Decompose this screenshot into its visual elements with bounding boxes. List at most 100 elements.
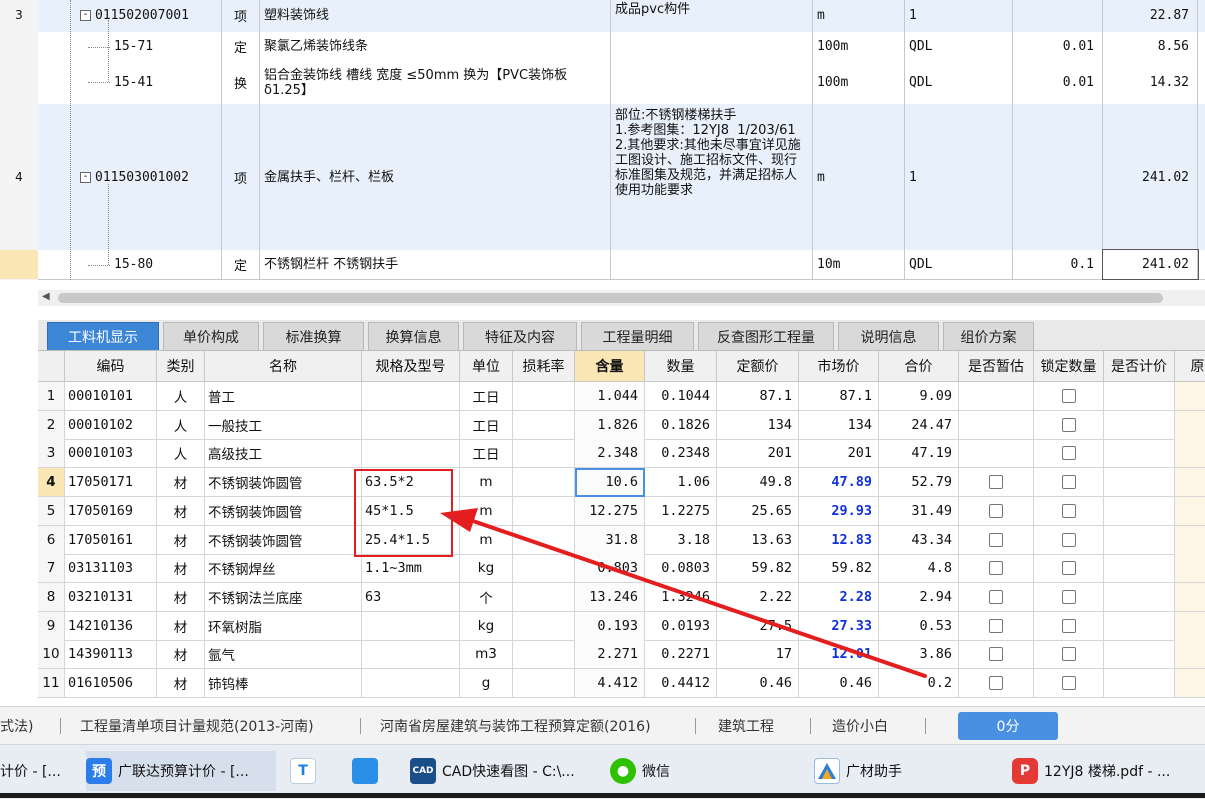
bill-expr[interactable]: QDL bbox=[905, 250, 1013, 279]
cell-lock[interactable] bbox=[1034, 582, 1104, 612]
cell-lock[interactable] bbox=[1034, 554, 1104, 584]
bill-qty[interactable]: 241.02 bbox=[1103, 104, 1198, 250]
cell-total[interactable]: 2.94 bbox=[879, 582, 959, 612]
cell-spec[interactable]: 63 bbox=[362, 582, 460, 612]
cell-lock[interactable] bbox=[1034, 525, 1104, 555]
cell-est[interactable] bbox=[959, 669, 1034, 698]
bill-content[interactable]: 0.01 bbox=[1013, 61, 1103, 104]
cell-est[interactable] bbox=[959, 439, 1034, 469]
checkbox[interactable] bbox=[1061, 532, 1076, 547]
grid-header[interactable]: 定额价 bbox=[717, 351, 799, 382]
cell-spec[interactable] bbox=[362, 640, 460, 670]
cell-total[interactable]: 9.09 bbox=[879, 382, 959, 411]
cell-priced[interactable] bbox=[1104, 525, 1175, 555]
cell-name[interactable]: 氩气 bbox=[205, 640, 362, 670]
material-row[interactable]: 8 03210131 材不锈钢法兰底座 63 个 13.246 1.3246 2.22 2.28… bbox=[38, 582, 1205, 612]
cell-qty[interactable]: 0.0803 bbox=[645, 554, 717, 584]
cell-est[interactable] bbox=[959, 468, 1034, 498]
tab-7[interactable]: 反查图形工程量 bbox=[698, 322, 834, 350]
cell-quota[interactable]: 25.65 bbox=[717, 496, 799, 526]
checkbox[interactable] bbox=[989, 676, 1003, 690]
cell-content[interactable]: 2.348 bbox=[575, 439, 645, 469]
bill-content[interactable] bbox=[1013, 104, 1103, 250]
cell-code[interactable]: 17050161 bbox=[65, 525, 157, 555]
cell-code[interactable]: 14390113 bbox=[65, 640, 157, 670]
taskbar-item-blue[interactable] bbox=[352, 751, 392, 791]
tab-3[interactable]: 标准换算 bbox=[263, 322, 364, 350]
cell-content[interactable]: 0.803 bbox=[575, 554, 645, 584]
cell-total[interactable]: 0.2 bbox=[879, 669, 959, 698]
checkbox[interactable] bbox=[1061, 561, 1076, 576]
cell-lock[interactable] bbox=[1034, 468, 1104, 498]
taskbar-item-pricing[interactable]: 计价 - [... bbox=[0, 751, 70, 791]
tab-8[interactable]: 说明信息 bbox=[838, 322, 939, 350]
cell-name[interactable]: 不锈钢法兰底座 bbox=[205, 582, 362, 612]
cell-cat[interactable]: 材 bbox=[157, 582, 205, 612]
cell-qty[interactable]: 3.18 bbox=[645, 525, 717, 555]
cell-spec[interactable] bbox=[362, 382, 460, 411]
cell-code[interactable]: 03210131 bbox=[65, 582, 157, 612]
score-button[interactable]: 0分 bbox=[958, 712, 1058, 740]
bill-content[interactable]: 0.01 bbox=[1013, 32, 1103, 61]
tab-1[interactable]: 工料机显示 bbox=[47, 322, 159, 350]
checkbox[interactable] bbox=[1061, 417, 1076, 432]
status-field[interactable]: 建筑工程 bbox=[718, 707, 774, 745]
cell-market[interactable]: 134 bbox=[799, 410, 879, 440]
bill-content[interactable]: 0.1 bbox=[1013, 250, 1103, 279]
grid-header[interactable]: 是否计价 bbox=[1104, 351, 1175, 382]
bill-unit[interactable]: m bbox=[813, 0, 905, 32]
cell-market[interactable]: 12.83 bbox=[799, 525, 879, 555]
material-row[interactable]: 5 17050169 材不锈钢装饰圆管 45*1.5 m 12.275 1.2275 25.6… bbox=[38, 496, 1205, 526]
cell-priced[interactable] bbox=[1104, 669, 1175, 698]
bill-unit[interactable]: 100m bbox=[813, 32, 905, 61]
checkbox[interactable] bbox=[1061, 589, 1076, 604]
cell-market[interactable]: 2.28 bbox=[799, 582, 879, 612]
cell-cat[interactable]: 材 bbox=[157, 611, 205, 641]
cell-qty[interactable]: 0.4412 bbox=[645, 669, 717, 698]
bill-row[interactable]: -011502007001 项塑料装饰线 成品pvc构件 m 1 22.87 bbox=[38, 0, 1205, 33]
cell-cat[interactable]: 材 bbox=[157, 468, 205, 498]
scrollbar-thumb[interactable] bbox=[58, 293, 1163, 303]
cell-code[interactable]: 14210136 bbox=[65, 611, 157, 641]
material-row[interactable]: 9 14210136 材环氧树脂 kg 0.193 0.0193 27.5 27.33 0.53… bbox=[38, 611, 1205, 641]
cell-spec[interactable]: 45*1.5 bbox=[362, 496, 460, 526]
cell-orig[interactable]: 12 bbox=[1175, 496, 1205, 526]
cell-loss[interactable] bbox=[513, 582, 575, 612]
cell-total[interactable]: 31.49 bbox=[879, 496, 959, 526]
grid-header[interactable]: 编码 bbox=[65, 351, 157, 382]
cell-loss[interactable] bbox=[513, 468, 575, 498]
cell-est[interactable] bbox=[959, 525, 1034, 555]
cell-code[interactable]: 00010103 bbox=[65, 439, 157, 469]
cell-qty[interactable]: 0.1826 bbox=[645, 410, 717, 440]
cell-content[interactable]: 12.275 bbox=[575, 496, 645, 526]
bill-expr[interactable]: 1 bbox=[905, 104, 1013, 250]
cell-code[interactable]: 17050171 bbox=[65, 468, 157, 498]
cell-unit[interactable]: m bbox=[460, 496, 513, 526]
checkbox[interactable] bbox=[1061, 503, 1076, 518]
bill-name[interactable]: 聚氯乙烯装饰线条 bbox=[260, 32, 611, 61]
cell-loss[interactable] bbox=[513, 525, 575, 555]
cell-market[interactable]: 59.82 bbox=[799, 554, 879, 584]
cell-total[interactable]: 47.19 bbox=[879, 439, 959, 469]
cell-cat[interactable]: 人 bbox=[157, 382, 205, 411]
checkbox[interactable] bbox=[1061, 618, 1076, 633]
cell-cat[interactable]: 材 bbox=[157, 669, 205, 698]
cell-spec[interactable]: 63.5*2 bbox=[362, 468, 460, 498]
cell-code[interactable]: 03131103 bbox=[65, 554, 157, 584]
cell-cat[interactable]: 材 bbox=[157, 496, 205, 526]
cell-content[interactable]: 13.246 bbox=[575, 582, 645, 612]
bill-feature[interactable] bbox=[611, 32, 813, 61]
cell-unit[interactable]: kg bbox=[460, 611, 513, 641]
checkbox[interactable] bbox=[989, 561, 1003, 576]
bill-expr[interactable]: QDL bbox=[905, 32, 1013, 61]
cell-orig[interactable]: 0 bbox=[1175, 611, 1205, 641]
bill-name[interactable]: 塑料装饰线 bbox=[260, 0, 611, 32]
cell-loss[interactable] bbox=[513, 640, 575, 670]
grid-header[interactable]: 含量 bbox=[575, 351, 645, 382]
cell-market[interactable]: 29.93 bbox=[799, 496, 879, 526]
material-row[interactable]: 6 17050161 材不锈钢装饰圆管 25.4*1.5 m 31.8 3.18 13.63 1… bbox=[38, 525, 1205, 555]
bill-expr[interactable]: 1 bbox=[905, 0, 1013, 32]
cell-total[interactable]: 43.34 bbox=[879, 525, 959, 555]
cell-est[interactable] bbox=[959, 496, 1034, 526]
bill-qty[interactable]: 241.02 bbox=[1102, 249, 1199, 280]
